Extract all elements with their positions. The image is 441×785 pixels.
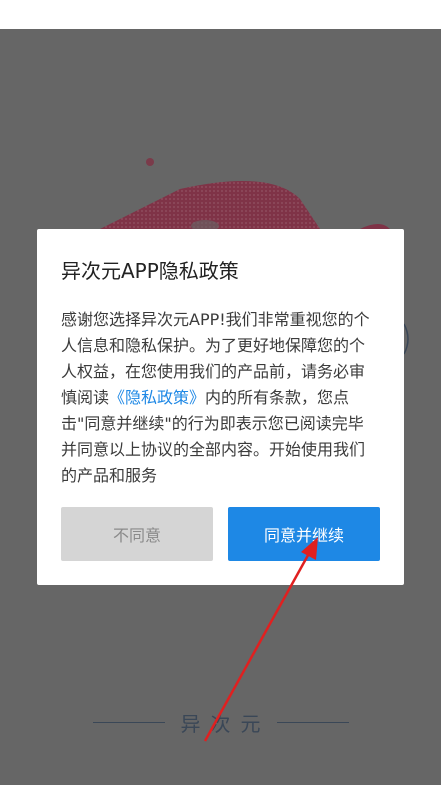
brand-line-right	[276, 721, 349, 723]
brand-footer: 异次元	[0, 707, 441, 737]
dialog-body: 感谢您选择异次元APP!我们非常重视您的个人信息和隐私保护。为了更好地保障您的个…	[61, 307, 379, 489]
brand-line-left	[92, 721, 165, 723]
brand-name: 异次元	[180, 711, 271, 736]
disagree-button[interactable]: 不同意	[61, 507, 213, 561]
decor-dot	[146, 158, 154, 166]
privacy-policy-link[interactable]: 《隐私政策》	[109, 388, 205, 407]
agree-continue-button[interactable]: 同意并继续	[228, 507, 380, 561]
privacy-policy-dialog: 异次元APP隐私政策 感谢您选择异次元APP!我们非常重视您的个人信息和隐私保护…	[37, 229, 404, 585]
status-bar	[0, 0, 441, 29]
dialog-title: 异次元APP隐私政策	[61, 259, 239, 283]
